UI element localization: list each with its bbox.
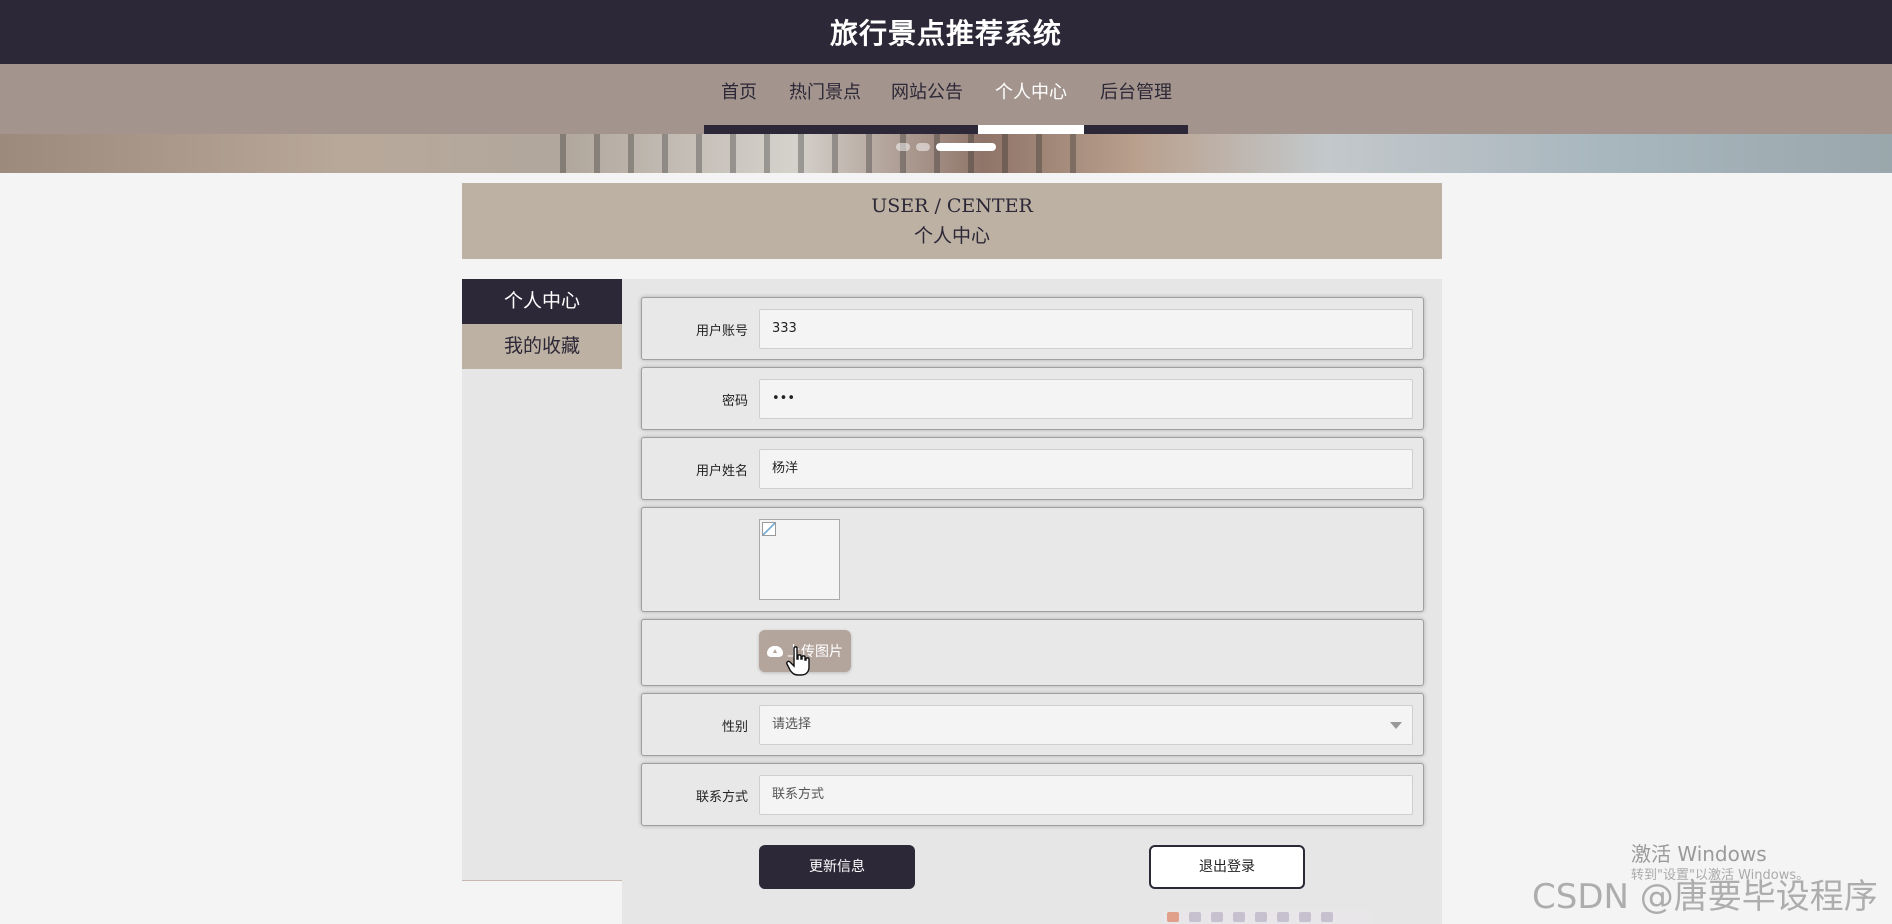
ime-logo-icon[interactable] [1167, 912, 1179, 922]
gender-select[interactable]: 请选择 [759, 705, 1413, 745]
site-header: 旅行景点推荐系统 [0, 0, 1892, 64]
account-input[interactable]: 333 [759, 309, 1413, 349]
nav-admin[interactable]: 后台管理 [1084, 64, 1188, 134]
nav-hot-spots-indicator [774, 125, 876, 134]
ime-keyboard-icon[interactable] [1255, 912, 1267, 922]
name-label: 用户姓名 [695, 464, 748, 479]
carousel-dot-3[interactable] [936, 143, 996, 151]
section-title-en: USER / CENTER [871, 195, 1033, 217]
contact-row: 联系方式 联系方式 [641, 763, 1424, 826]
sidebar-item-favorites[interactable]: 我的收藏 [462, 324, 622, 369]
csdn-watermark: CSDN @唐要毕设程序 [1532, 877, 1878, 917]
ime-punct-icon[interactable] [1211, 912, 1223, 922]
nav-admin-indicator [1084, 125, 1188, 134]
gender-select-value: 请选择 [772, 717, 812, 732]
main-nav: 首页 热门景点 网站公告 个人中心 后台管理 [0, 64, 1892, 134]
password-input[interactable]: ••• [759, 379, 1413, 419]
avatar-row [641, 507, 1424, 612]
broken-image-icon [762, 522, 776, 536]
upload-row: 上传图片 [641, 619, 1424, 686]
account-row: 用户账号 333 [641, 297, 1424, 360]
ime-lang-icon[interactable] [1189, 912, 1201, 922]
ime-simplified-icon[interactable] [1277, 912, 1289, 922]
gender-label: 性别 [721, 720, 748, 735]
ime-toolbar [1163, 910, 1371, 924]
nav-hot-spots-label: 热门景点 [789, 82, 861, 103]
sidebar-item-user-center[interactable]: 个人中心 [462, 279, 622, 324]
ime-settings-icon[interactable] [1321, 912, 1333, 922]
banner-image [560, 134, 1100, 173]
nav-user-center-indicator [978, 125, 1084, 134]
nav-home[interactable]: 首页 [704, 64, 774, 134]
section-header: USER / CENTER 个人中心 [462, 183, 1442, 259]
ime-emoji-icon[interactable] [1233, 912, 1245, 922]
windows-activation-title: 激活 Windows [1631, 842, 1767, 866]
account-label: 用户账号 [695, 324, 748, 339]
password-row: 密码 ••• [641, 367, 1424, 430]
nav-user-center[interactable]: 个人中心 [978, 64, 1084, 134]
name-row: 用户姓名 杨洋 [641, 437, 1424, 500]
avatar-image [759, 519, 840, 600]
update-info-button[interactable]: 更新信息 [759, 845, 915, 889]
site-title: 旅行景点推荐系统 [829, 17, 1062, 50]
password-label: 密码 [721, 394, 748, 409]
hand-cursor-icon [786, 646, 810, 676]
nav-home-indicator [704, 125, 774, 134]
nav-admin-label: 后台管理 [1100, 82, 1172, 103]
ime-skin-icon[interactable] [1299, 912, 1311, 922]
chevron-down-icon [1390, 722, 1402, 729]
banner-carousel [0, 134, 1892, 173]
carousel-dot-1[interactable] [896, 143, 910, 151]
nav-announcements-label: 网站公告 [891, 82, 963, 103]
cloud-upload-icon [767, 645, 783, 657]
nav-list: 首页 热门景点 网站公告 个人中心 后台管理 [704, 64, 1188, 134]
gender-row: 性别 请选择 [641, 693, 1424, 756]
section-title-cn: 个人中心 [913, 225, 990, 247]
nav-hot-spots[interactable]: 热门景点 [774, 64, 876, 134]
carousel-dots [0, 143, 1892, 151]
contact-label: 联系方式 [695, 790, 748, 805]
contact-input[interactable]: 联系方式 [759, 775, 1413, 815]
name-input[interactable]: 杨洋 [759, 449, 1413, 489]
nav-announcements-indicator [876, 125, 978, 134]
user-sidebar: 个人中心 我的收藏 [462, 279, 622, 881]
nav-user-center-label: 个人中心 [995, 82, 1067, 103]
carousel-dot-2[interactable] [916, 143, 930, 151]
nav-home-label: 首页 [721, 82, 757, 103]
nav-announcements[interactable]: 网站公告 [876, 64, 978, 134]
logout-button[interactable]: 退出登录 [1149, 845, 1305, 889]
